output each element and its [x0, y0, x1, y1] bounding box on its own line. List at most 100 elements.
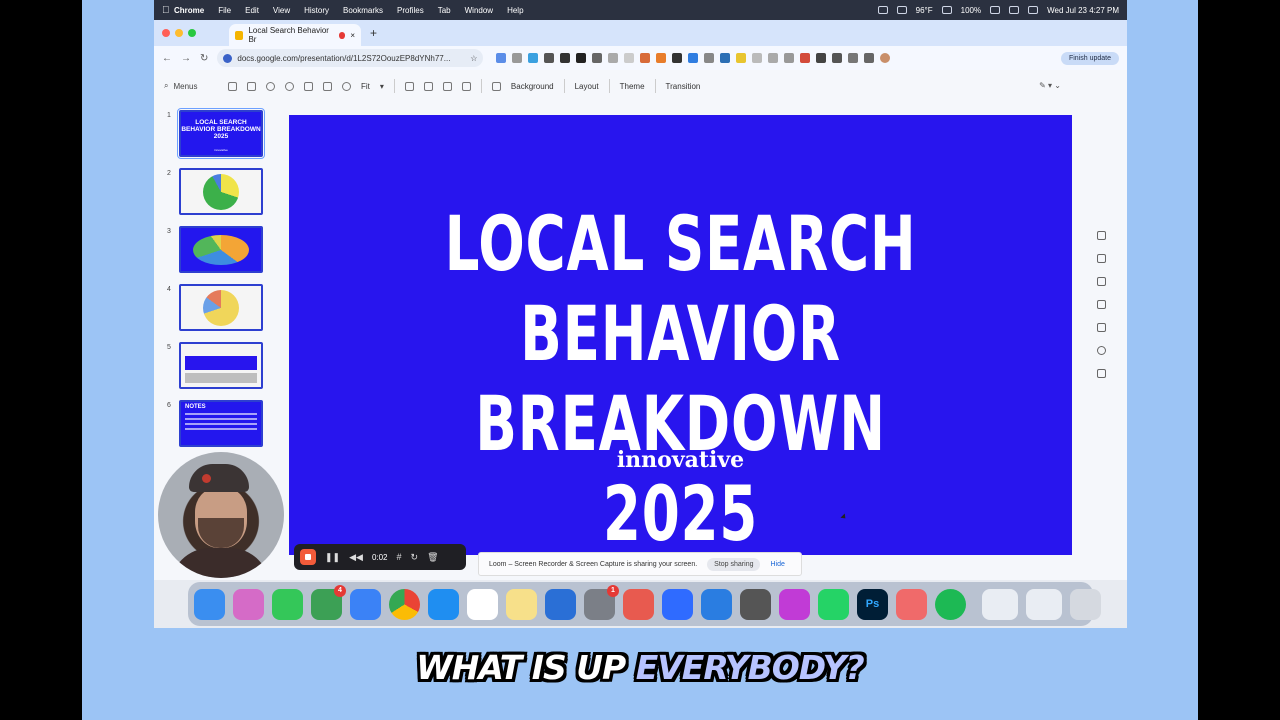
apple-icon[interactable]: : [162, 5, 174, 16]
menu-bookmarks[interactable]: Bookmarks: [343, 6, 383, 15]
reload-icon[interactable]: ↻: [200, 53, 208, 64]
extension-icon[interactable]: [736, 53, 747, 63]
extension-icon[interactable]: [496, 53, 507, 63]
address-bar[interactable]: docs.google.com/presentation/d/1L2S72Oou…: [217, 49, 484, 67]
filmstrip-item[interactable]: 4: [164, 284, 268, 334]
back-icon[interactable]: ←: [162, 53, 172, 64]
menu-view[interactable]: View: [273, 6, 290, 15]
theme-button[interactable]: Theme: [620, 82, 645, 91]
filmstrip-item[interactable]: 6 NOTES: [164, 400, 268, 450]
extension-icon[interactable]: [752, 53, 763, 63]
new-tab-icon[interactable]: +: [370, 26, 377, 40]
select-icon[interactable]: [404, 81, 414, 91]
print-icon[interactable]: [304, 81, 313, 91]
video-icon[interactable]: [1096, 369, 1106, 378]
pause-icon[interactable]: ❚❚: [325, 552, 340, 563]
profile-avatar[interactable]: [880, 53, 891, 63]
filmstrip-item[interactable]: 1 LOCAL SEARCH BEHAVIOR BREAKDOWN 2025 i…: [164, 108, 268, 160]
calculator-icon[interactable]: [740, 588, 771, 620]
extension-icon[interactable]: [656, 53, 667, 63]
site-info-icon[interactable]: [223, 53, 233, 63]
weather-text[interactable]: 96°F: [916, 6, 933, 15]
slide-thumbnail[interactable]: [179, 284, 263, 331]
menu-edit[interactable]: Edit: [245, 6, 259, 15]
photoshop-icon[interactable]: Ps: [857, 588, 888, 620]
freeform-icon[interactable]: [545, 588, 576, 620]
network-icon[interactable]: [896, 6, 907, 14]
extension-icon[interactable]: [528, 53, 539, 63]
extension-icon[interactable]: [720, 53, 731, 63]
forward-icon[interactable]: →: [181, 53, 191, 64]
line-icon[interactable]: [461, 81, 471, 91]
menu-profiles[interactable]: Profiles: [397, 6, 424, 15]
menu-app-name[interactable]: Chrome: [174, 6, 204, 15]
browser-tab[interactable]: Local Search Behavior Br ×: [229, 24, 361, 46]
slide-thumbnail[interactable]: [179, 168, 263, 215]
launchpad-icon[interactable]: [233, 588, 264, 620]
extension-icon[interactable]: [592, 53, 603, 63]
stop-sharing-button[interactable]: Stop sharing: [707, 557, 761, 571]
tab-close-icon[interactable]: ×: [350, 31, 355, 40]
extension-icon[interactable]: [800, 53, 811, 63]
calendar-icon[interactable]: [1096, 231, 1106, 240]
spotify-icon[interactable]: [935, 588, 966, 620]
zoom-window-button[interactable]: [188, 29, 196, 37]
battery-text[interactable]: 100%: [961, 6, 981, 15]
menu-history[interactable]: History: [304, 6, 329, 15]
filmstrip-item[interactable]: 3: [164, 226, 268, 276]
paint-format-icon[interactable]: [323, 81, 332, 91]
text-box-icon[interactable]: [423, 81, 433, 91]
new-slide-icon[interactable]: [228, 81, 237, 91]
clock-text[interactable]: Wed Jul 23 4:27 PM: [1047, 6, 1119, 15]
menu-tab[interactable]: Tab: [438, 6, 451, 15]
download-icon[interactable]: [864, 53, 875, 63]
extension-icon[interactable]: [816, 53, 827, 63]
asana-icon[interactable]: [896, 588, 927, 620]
play-icon[interactable]: [941, 6, 952, 14]
slide-thumbnail[interactable]: NOTES: [179, 400, 263, 447]
extension-icon[interactable]: [544, 53, 555, 63]
rewind-icon[interactable]: ◀◀: [349, 552, 363, 563]
close-window-button[interactable]: [162, 29, 170, 37]
control-center-icon[interactable]: [1028, 6, 1039, 14]
extension-icon[interactable]: [576, 53, 587, 63]
wifi-icon[interactable]: [990, 6, 1001, 14]
slide-thumbnail[interactable]: LOCAL SEARCH BEHAVIOR BREAKDOWN 2025 inn…: [177, 108, 265, 159]
bookmark-star-icon[interactable]: ☆: [470, 54, 477, 63]
transition-button[interactable]: Transition: [666, 82, 701, 91]
slide-thumbnail[interactable]: [179, 342, 263, 389]
pen-tool-icon[interactable]: ✎ ▾ ⌄: [1039, 81, 1061, 90]
menu-window[interactable]: Window: [465, 6, 493, 15]
chevron-down-icon[interactable]: ▾: [380, 82, 384, 91]
photos-icon[interactable]: [467, 588, 498, 620]
finish-update-button[interactable]: Finish update: [1060, 51, 1119, 65]
shape-icon[interactable]: [442, 81, 452, 91]
extension-icon[interactable]: [672, 53, 683, 63]
menu-file[interactable]: File: [218, 6, 231, 15]
finder-icon[interactable]: [194, 588, 225, 620]
messages-icon[interactable]: [272, 588, 303, 620]
sidebar-toggle-icon[interactable]: [848, 53, 859, 63]
iphone-mirroring-icon[interactable]: [623, 588, 654, 620]
add-icon[interactable]: [247, 81, 256, 91]
layout-button[interactable]: Layout: [575, 82, 599, 91]
slide-title[interactable]: LOCAL SEARCH BEHAVIOR BREAKDOWN 2025: [399, 199, 963, 559]
grid-icon[interactable]: #: [397, 552, 402, 562]
slide-brand-logo[interactable]: innovative: [289, 447, 1072, 473]
menu-help[interactable]: Help: [507, 6, 523, 15]
spotlight-icon[interactable]: [1009, 6, 1020, 14]
trash-bin-icon[interactable]: [1070, 588, 1101, 620]
contacts-icon[interactable]: [1096, 300, 1106, 309]
extension-icon[interactable]: [640, 53, 651, 63]
loom-webcam-bubble[interactable]: [158, 452, 284, 578]
recent-window-icon[interactable]: [982, 588, 1018, 620]
menus-search[interactable]: ⌕ Menus: [164, 81, 218, 91]
whatsapp-icon[interactable]: [818, 588, 849, 620]
filmstrip-item[interactable]: 5: [164, 342, 268, 392]
hide-button[interactable]: Hide: [770, 561, 784, 568]
messenger-icon[interactable]: [662, 588, 693, 620]
zoom-select[interactable]: Fit: [361, 82, 370, 91]
extension-icon[interactable]: [688, 53, 699, 63]
tasks-icon[interactable]: [1096, 277, 1106, 286]
stop-recording-button[interactable]: [300, 549, 316, 565]
